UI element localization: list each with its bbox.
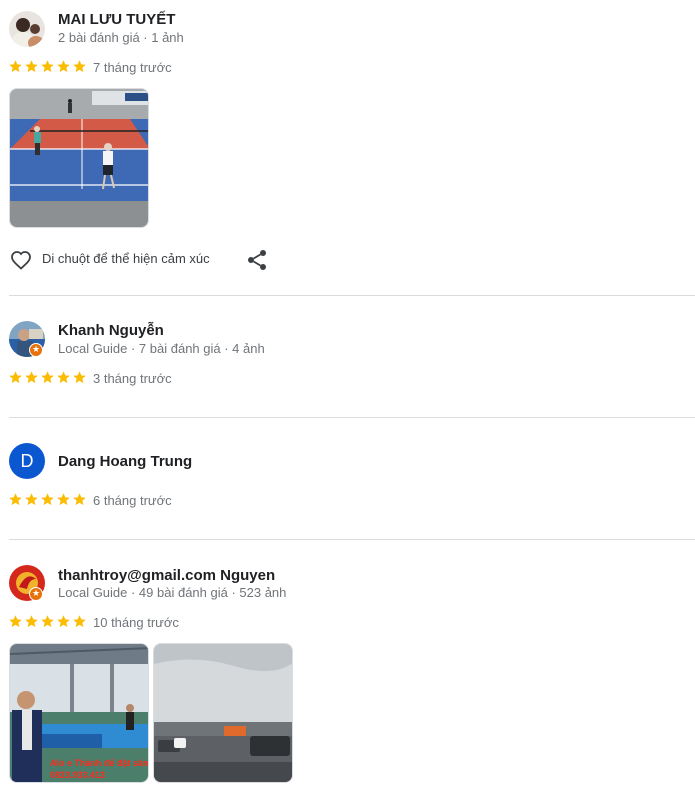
star-icon xyxy=(25,371,38,384)
star-icon xyxy=(57,371,70,384)
star-icon xyxy=(9,371,22,384)
reviewer-meta: Local Guide · 7 bài đánh giá · 4 ảnh xyxy=(58,341,265,356)
star-icon xyxy=(25,615,38,628)
share-icon[interactable] xyxy=(245,248,269,272)
photo-overlay-phone: 0823.933.413 xyxy=(50,770,105,780)
star-icon xyxy=(73,615,86,628)
reviewer-meta: Local Guide · 49 bài đánh giá · 523 ảnh xyxy=(58,585,287,600)
review-actions: Di chuột để thể hiện cảm xúc xyxy=(9,248,309,272)
avatar-initial: D xyxy=(20,451,34,471)
review-card: ★ Khanh Nguyễn Local Guide · 7 bài đánh … xyxy=(0,296,695,418)
star-icon xyxy=(41,615,54,628)
reviewer-name[interactable]: MAI LƯU TUYẾT xyxy=(58,11,175,28)
reaction-hint: Di chuột để thể hiện cảm xúc xyxy=(42,251,210,266)
photo-overlay-text: Alo e Thành để đặt sân xyxy=(50,758,149,768)
review-date: 7 tháng trước xyxy=(93,60,172,75)
review-photo[interactable]: Alo e Thành để đặt sân 0823.933.413 xyxy=(9,643,149,783)
local-guide-badge-icon: ★ xyxy=(29,587,43,601)
star-icon xyxy=(25,60,38,73)
reviewer-name[interactable]: Khanh Nguyễn xyxy=(58,322,164,339)
reviewer-meta: 2 bài đánh giá · 1 ảnh xyxy=(58,30,184,45)
star-icon xyxy=(9,615,22,628)
star-icon xyxy=(41,371,54,384)
review-photo[interactable] xyxy=(9,88,149,228)
star-icon xyxy=(9,493,22,506)
review-date: 10 tháng trước xyxy=(93,615,179,630)
rating-stars xyxy=(8,59,87,75)
star-icon xyxy=(57,493,70,506)
review-card: ★ thanhtroy@gmail.com Nguyen Local Guide… xyxy=(0,540,695,790)
star-icon xyxy=(25,493,38,506)
reviewer-avatar[interactable] xyxy=(9,11,45,47)
star-icon xyxy=(73,493,86,506)
star-icon xyxy=(73,371,86,384)
review-photo[interactable] xyxy=(153,643,293,783)
rating-stars xyxy=(8,492,87,508)
review-card: D Dang Hoang Trung 6 tháng trước xyxy=(0,418,695,540)
review-card: MAI LƯU TUYẾT 2 bài đánh giá · 1 ảnh 7 t… xyxy=(0,0,695,296)
star-icon xyxy=(57,60,70,73)
star-icon xyxy=(41,493,54,506)
star-icon xyxy=(41,60,54,73)
heart-icon[interactable] xyxy=(9,248,33,272)
reviewer-name[interactable]: thanhtroy@gmail.com Nguyen xyxy=(58,567,275,584)
star-icon xyxy=(57,615,70,628)
rating-stars xyxy=(8,370,87,386)
review-date: 3 tháng trước xyxy=(93,371,172,386)
reviewer-name[interactable]: Dang Hoang Trung xyxy=(58,453,192,470)
local-guide-badge-icon: ★ xyxy=(29,343,43,357)
reviewer-avatar[interactable]: D xyxy=(9,443,45,479)
star-icon xyxy=(73,60,86,73)
star-icon xyxy=(9,60,22,73)
review-date: 6 tháng trước xyxy=(93,493,172,508)
rating-stars xyxy=(8,614,87,630)
